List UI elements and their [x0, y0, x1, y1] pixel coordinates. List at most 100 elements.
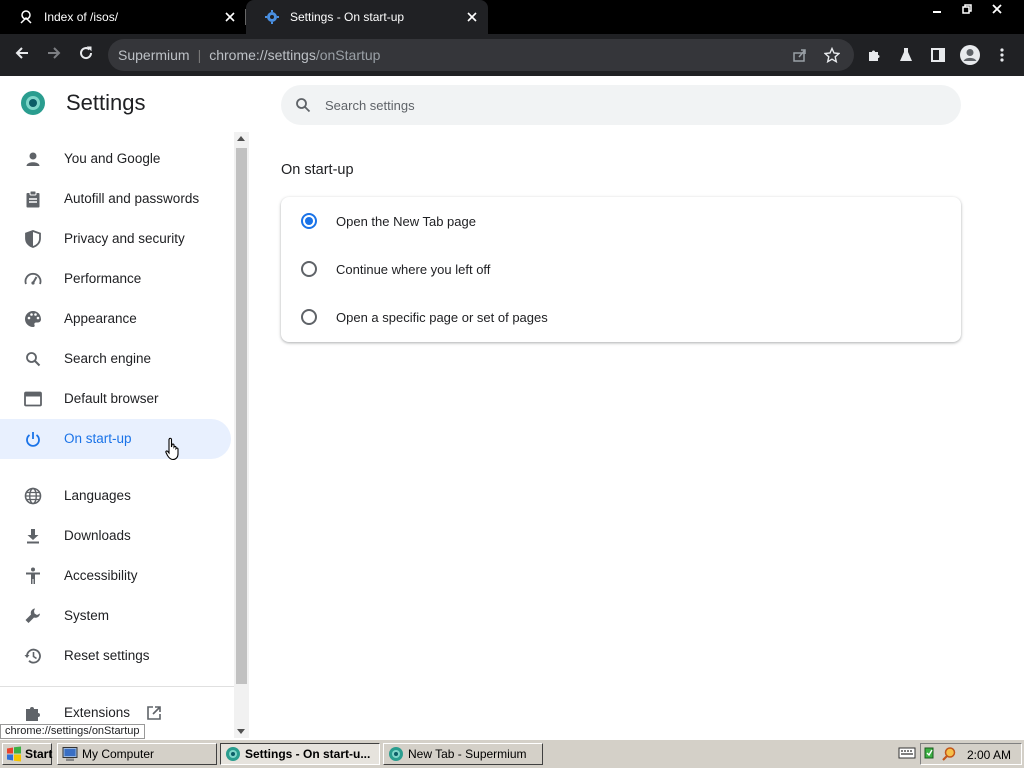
- taskbar-button-label: Settings - On start-u...: [245, 747, 371, 761]
- scrollbar-thumb[interactable]: [236, 148, 247, 684]
- puzzle-icon: [22, 703, 44, 723]
- sidebar-item-label: Appearance: [64, 311, 137, 326]
- sidebar-item-you-and-google[interactable]: You and Google: [0, 139, 231, 179]
- sidebar-item-label: You and Google: [64, 151, 161, 166]
- sidebar-scrollbar[interactable]: [234, 132, 249, 738]
- settings-sidebar: You and Google Autofill and passwords Pr…: [0, 139, 234, 739]
- close-icon[interactable]: [462, 7, 482, 27]
- sidebar-item-accessibility[interactable]: Accessibility: [0, 556, 231, 596]
- startup-options-card: Open the New Tab page Continue where you…: [281, 197, 961, 342]
- taskbar: Start My Computer Settings - On start-u.…: [0, 739, 1024, 768]
- sidebar-item-languages[interactable]: Languages: [0, 476, 231, 516]
- url-path: /onStartup: [315, 47, 381, 63]
- tab-strip: Index of /isos/ Settings - On start-up: [0, 0, 1024, 34]
- sidebar-item-downloads[interactable]: Downloads: [0, 516, 231, 556]
- sidebar-item-label: Extensions: [64, 705, 131, 720]
- sidebar-item-label: Reset settings: [64, 648, 150, 663]
- tab-title: Settings - On start-up: [290, 10, 405, 24]
- sidebar-item-appearance[interactable]: Appearance: [0, 299, 231, 339]
- sidebar-item-on-startup[interactable]: On start-up: [0, 419, 231, 459]
- page-title: Settings: [66, 90, 146, 115]
- scroll-up-arrow-icon[interactable]: [237, 136, 245, 141]
- windows-logo-icon: [6, 746, 22, 762]
- menu-kebab-icon[interactable]: [986, 39, 1018, 71]
- taskbar-button-label: My Computer: [82, 747, 155, 761]
- shield-icon: [22, 229, 44, 249]
- minimize-button[interactable]: [922, 0, 952, 18]
- palette-icon: [22, 309, 44, 329]
- sidebar-item-performance[interactable]: Performance: [0, 259, 231, 299]
- search-input[interactable]: [325, 97, 925, 113]
- startup-option-new-tab[interactable]: Open the New Tab page: [281, 197, 961, 245]
- radio-button-checked[interactable]: [301, 213, 317, 229]
- settings-header: Settings: [0, 76, 1024, 132]
- labs-flask-icon[interactable]: [890, 39, 922, 71]
- system-tray: 2:00 AM: [920, 743, 1022, 765]
- power-icon: [22, 429, 44, 449]
- sidebar-item-label: Performance: [64, 271, 142, 286]
- address-bar[interactable]: Supermium | chrome://settings/onStartup: [108, 39, 854, 71]
- tab-settings-on-startup[interactable]: Settings - On start-up: [246, 0, 488, 34]
- close-icon[interactable]: [220, 7, 240, 27]
- browser-toolbar: Supermium | chrome://settings/onStartup: [0, 34, 1024, 76]
- sidebar-item-label: Search engine: [64, 351, 152, 366]
- window-controls: [922, 0, 1012, 18]
- back-button[interactable]: [6, 39, 38, 71]
- hand-cursor-icon: [165, 437, 181, 466]
- accessibility-icon: [22, 566, 44, 586]
- taskbar-button-label: New Tab - Supermium: [408, 747, 527, 761]
- forward-button[interactable]: [38, 39, 70, 71]
- url-host: chrome://settings: [209, 47, 316, 63]
- sidebar-item-label: Autofill and passwords: [64, 191, 200, 206]
- bookmark-star-icon[interactable]: [816, 39, 848, 71]
- supermium-icon: [388, 746, 404, 762]
- taskbar-button-my-computer[interactable]: My Computer: [57, 743, 217, 765]
- gear-icon: [264, 9, 280, 25]
- sidebar-item-default-browser[interactable]: Default browser: [0, 379, 231, 419]
- sidebar-item-label: On start-up: [64, 431, 132, 446]
- omnibox-divider: |: [197, 47, 202, 63]
- taskbar-button-settings[interactable]: Settings - On start-u...: [220, 743, 380, 765]
- page-icon: [18, 9, 34, 25]
- radio-button[interactable]: [301, 261, 317, 277]
- sidebar-item-privacy-security[interactable]: Privacy and security: [0, 219, 231, 259]
- sidebar-item-label: Downloads: [64, 528, 131, 543]
- site-name: Supermium: [118, 47, 190, 63]
- radio-button[interactable]: [301, 309, 317, 325]
- browser-window-icon: [22, 389, 44, 409]
- back-arrow-icon: [14, 45, 30, 66]
- side-panel-icon[interactable]: [922, 39, 954, 71]
- scroll-down-arrow-icon[interactable]: [237, 729, 245, 734]
- extensions-puzzle-icon[interactable]: [858, 39, 890, 71]
- reload-icon: [78, 45, 94, 66]
- start-button[interactable]: Start: [2, 743, 52, 765]
- radio-label: Continue where you left off: [336, 261, 491, 277]
- speedometer-icon: [22, 269, 44, 289]
- supermium-logo-icon: [20, 90, 46, 116]
- startup-option-specific-pages[interactable]: Open a specific page or set of pages: [281, 293, 961, 341]
- sidebar-item-autofill[interactable]: Autofill and passwords: [0, 179, 231, 219]
- forward-arrow-icon: [46, 45, 62, 66]
- search-settings-box[interactable]: [281, 85, 961, 125]
- wrench-icon: [22, 606, 44, 626]
- tab-index-isos[interactable]: Index of /isos/: [0, 0, 246, 34]
- start-label: Start: [25, 747, 53, 761]
- reload-button[interactable]: [70, 39, 102, 71]
- magnifier-tray-icon[interactable]: [941, 746, 957, 765]
- taskbar-button-new-tab[interactable]: New Tab - Supermium: [383, 743, 543, 765]
- startup-option-continue[interactable]: Continue where you left off: [281, 245, 961, 293]
- close-window-button[interactable]: [982, 0, 1012, 18]
- restore-button[interactable]: [952, 0, 982, 18]
- share-icon[interactable]: [784, 39, 816, 71]
- sidebar-item-system[interactable]: System: [0, 596, 231, 636]
- sidebar-item-search-engine[interactable]: Search engine: [0, 339, 231, 379]
- tab-title: Index of /isos/: [44, 10, 119, 24]
- search-icon: [281, 97, 325, 113]
- link-status-bubble: chrome://settings/onStartup: [0, 724, 145, 739]
- keyboard-tray-icon[interactable]: [898, 746, 916, 760]
- profile-avatar-icon[interactable]: [954, 39, 986, 71]
- history-icon: [22, 646, 44, 666]
- sidebar-item-label: Default browser: [64, 391, 159, 406]
- network-tray-icon[interactable]: [923, 746, 939, 765]
- sidebar-item-reset-settings[interactable]: Reset settings: [0, 636, 231, 676]
